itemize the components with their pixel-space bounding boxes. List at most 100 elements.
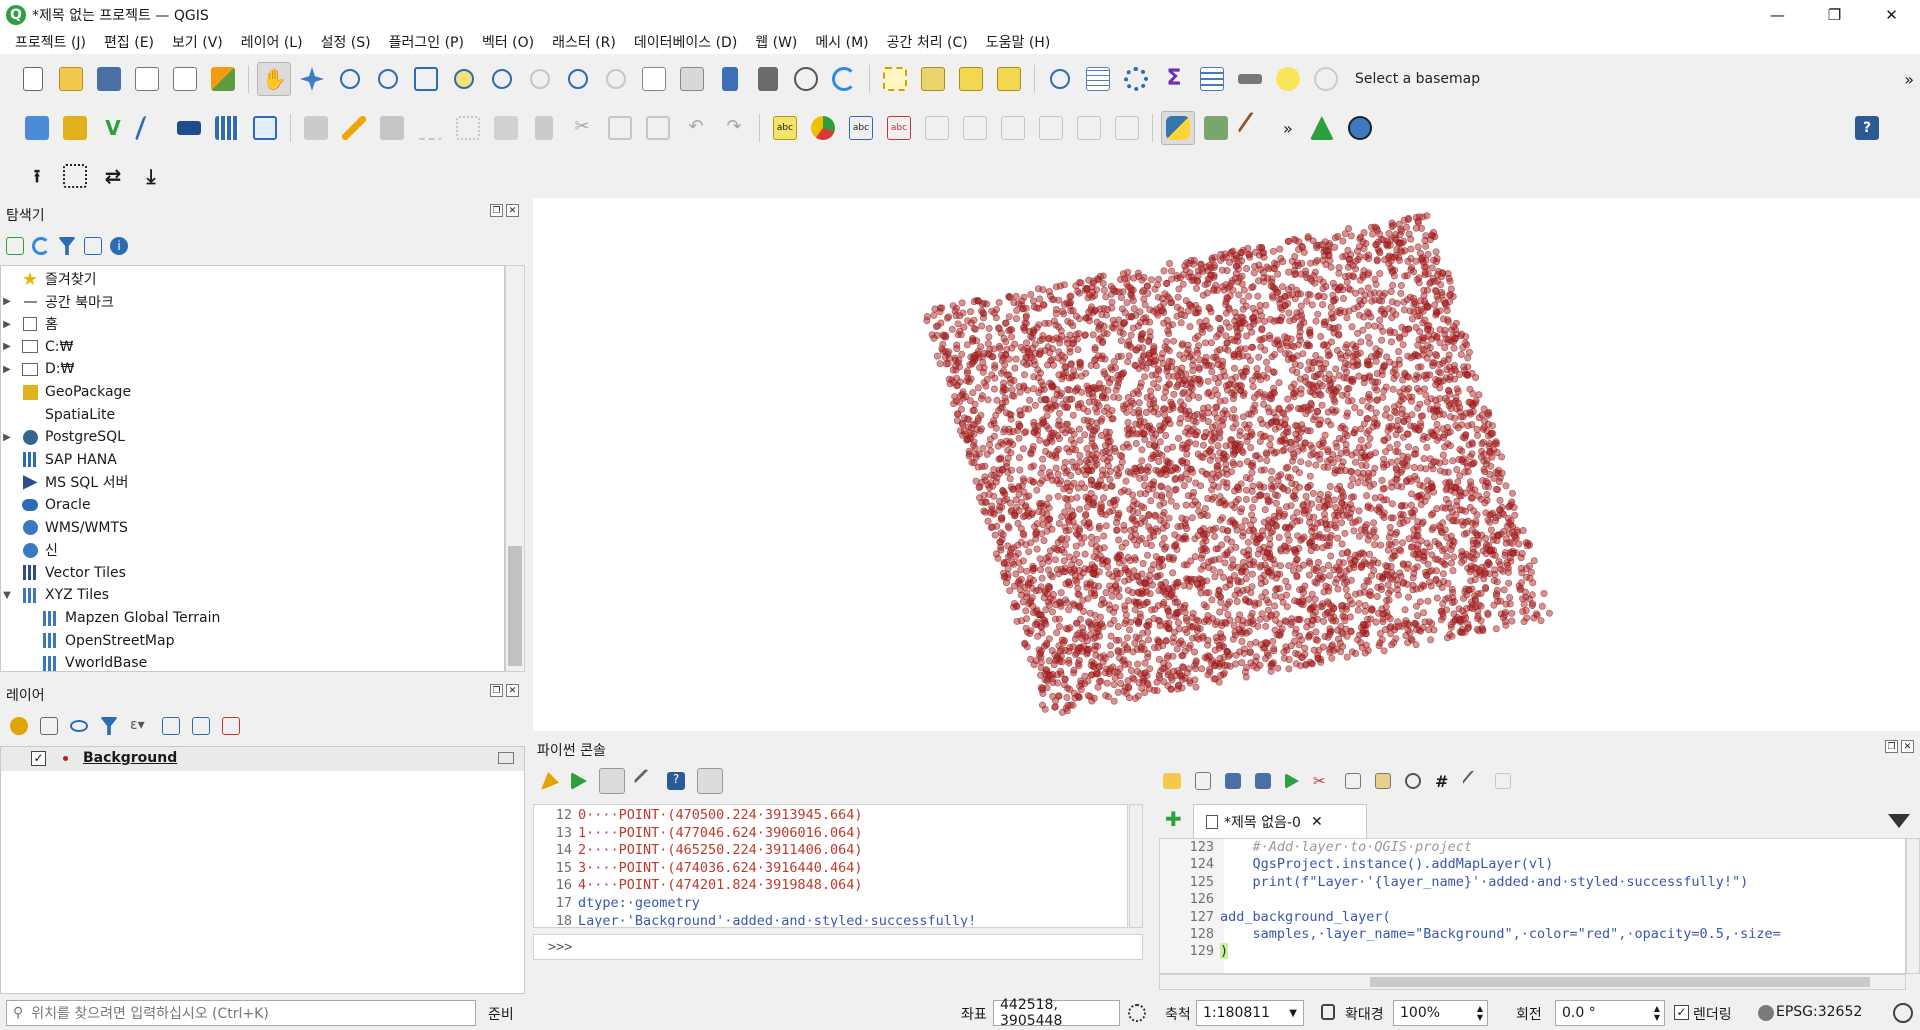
layer-diagram-button[interactable]: [806, 111, 840, 145]
browser-item[interactable]: 신: [1, 539, 58, 561]
toolbar-overflow-button[interactable]: »: [1904, 70, 1914, 89]
zoom-native-button[interactable]: [523, 62, 557, 96]
cut-features-button[interactable]: ✂: [565, 111, 599, 145]
info-icon[interactable]: i: [110, 237, 128, 255]
refresh-icon[interactable]: [32, 237, 50, 255]
zoom-next-button[interactable]: [599, 62, 633, 96]
select-features-button[interactable]: [878, 62, 912, 96]
download-button[interactable]: ⤓: [134, 159, 168, 193]
lock-scale-icon[interactable]: [1321, 1004, 1335, 1020]
select-location-button[interactable]: [992, 62, 1026, 96]
browser-item[interactable]: Oracle: [1, 494, 91, 516]
close-panel-button[interactable]: ✕: [506, 684, 519, 697]
refresh-button[interactable]: [827, 62, 861, 96]
paste-icon[interactable]: [1375, 773, 1391, 789]
options-wrench-icon[interactable]: [633, 768, 659, 794]
browser-item[interactable]: ▶ PostgreSQL: [1, 426, 125, 448]
browser-item[interactable]: Vector Tiles: [1, 562, 126, 584]
modify-attributes-button[interactable]: [489, 111, 523, 145]
browser-item[interactable]: WMS/WMTS: [1, 517, 128, 539]
save-edits-button[interactable]: [375, 111, 409, 145]
help-icon[interactable]: ?: [667, 772, 685, 790]
filter-legend-icon[interactable]: [100, 717, 118, 735]
new-3d-view-button[interactable]: [675, 62, 709, 96]
toolbar-overflow-button[interactable]: »: [1283, 119, 1293, 138]
console-input[interactable]: >>>: [533, 934, 1143, 960]
pan-map-button[interactable]: ✋: [257, 62, 291, 96]
layer-name[interactable]: Background: [83, 750, 177, 766]
scrollbar-thumb[interactable]: [508, 546, 522, 666]
redo-button[interactable]: ↷: [717, 111, 751, 145]
map-canvas[interactable]: [533, 198, 1920, 731]
filter-expression-icon[interactable]: ε▾: [130, 717, 150, 735]
new-tab-plus-icon[interactable]: ✚: [1165, 809, 1185, 830]
zoom-out-button[interactable]: [371, 62, 405, 96]
scrollbar-thumb[interactable]: [1370, 977, 1870, 987]
new-project-button[interactable]: [16, 62, 50, 96]
quickmapservices-button[interactable]: [1199, 111, 1233, 145]
menu-view[interactable]: 보기 (V): [163, 32, 232, 52]
console-scrollbar[interactable]: [1129, 804, 1143, 928]
locator-options-button[interactable]: [1309, 62, 1343, 96]
zoom-full-button[interactable]: [409, 62, 443, 96]
layer-indicator-icon[interactable]: [498, 752, 514, 764]
coordinate-field[interactable]: 442518, 3905448: [993, 997, 1120, 1029]
remove-layer-icon[interactable]: [222, 717, 240, 735]
editor-tab[interactable]: *제목 없음-0 ✕: [1193, 804, 1367, 838]
editor-hscrollbar[interactable]: [1159, 974, 1906, 990]
collapse-all-icon[interactable]: [192, 717, 210, 735]
expand-all-icon[interactable]: [162, 717, 180, 735]
add-selected-layers-icon[interactable]: [6, 237, 24, 255]
save-icon[interactable]: [1225, 773, 1241, 789]
zoom-last-button[interactable]: [561, 62, 595, 96]
browser-item[interactable]: MS SQL 서버: [1, 471, 128, 493]
run-command-icon[interactable]: [571, 772, 587, 790]
close-panel-button[interactable]: ✕: [506, 204, 519, 217]
show-bookmarks-button[interactable]: [751, 62, 785, 96]
locator-search-input[interactable]: ⚲ 위치를 찾으려면 입력하십시오 (Ctrl+K): [6, 1000, 476, 1026]
expand-arrow-icon[interactable]: ▶: [1, 296, 13, 307]
open-in-external-editor-icon[interactable]: [1195, 772, 1211, 790]
rotation-spinbox[interactable]: 0.0 ° ▲ ▼: [1555, 1000, 1665, 1026]
identify-features-button[interactable]: [1043, 62, 1077, 96]
attribute-form-button[interactable]: [1195, 62, 1229, 96]
select-by-attribute-button[interactable]: [916, 62, 950, 96]
browser-item[interactable]: ▶ C:₩: [1, 336, 73, 358]
open-project-button[interactable]: [54, 62, 88, 96]
menu-project[interactable]: 프로젝트 (J): [6, 32, 95, 52]
save-as-icon[interactable]: [1255, 773, 1271, 789]
map-tips-button[interactable]: [1271, 62, 1305, 96]
undo-button[interactable]: ↶: [679, 111, 713, 145]
find-icon[interactable]: [1405, 773, 1421, 789]
menu-layer[interactable]: 레이어 (L): [232, 32, 312, 52]
basemap-selector[interactable]: Select a basemap: [1355, 71, 1480, 87]
format-wand-icon[interactable]: [1461, 769, 1485, 793]
layer-styling-icon[interactable]: [10, 717, 28, 735]
label-props-button[interactable]: [1034, 111, 1068, 145]
expand-arrow-icon[interactable]: ▶: [1, 364, 13, 375]
save-project-button[interactable]: [92, 62, 126, 96]
browser-scrollbar[interactable]: [505, 265, 525, 672]
messages-icon[interactable]: [1893, 1003, 1913, 1023]
scale-combobox[interactable]: 1:180811 ▼: [1196, 1000, 1304, 1026]
zoom-to-selection-button[interactable]: [447, 62, 481, 96]
browser-item[interactable]: ▶ D:₩: [1, 358, 74, 380]
clear-console-icon[interactable]: [541, 772, 559, 790]
menu-mesh[interactable]: 메시 (M): [806, 32, 877, 52]
layer-labeling-button[interactable]: abc: [768, 111, 802, 145]
browser-item[interactable]: GeoPackage: [1, 381, 131, 403]
render-checkbox[interactable]: ✓: [1674, 1005, 1689, 1020]
data-source-manager-button[interactable]: [20, 111, 54, 145]
menu-help[interactable]: 도움말 (H): [977, 32, 1060, 52]
current-edits-button[interactable]: [299, 111, 333, 145]
digitize-button[interactable]: [413, 111, 447, 145]
float-panel-button[interactable]: ❐: [1885, 740, 1898, 753]
style-manager-button[interactable]: [206, 62, 240, 96]
menu-database[interactable]: 데이터베이스 (D): [625, 32, 746, 52]
georeferencer-button[interactable]: [1305, 111, 1339, 145]
paste-features-button[interactable]: [641, 111, 675, 145]
highlight-pinned-labels-button[interactable]: abc: [844, 111, 878, 145]
browser-item[interactable]: ▶ 홈: [1, 313, 58, 335]
menu-plugins[interactable]: 플러그인 (P): [380, 32, 473, 52]
measure-button[interactable]: [1233, 62, 1267, 96]
